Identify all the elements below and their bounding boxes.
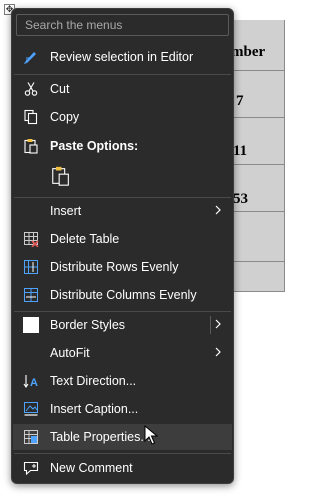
distribute-columns-icon: [24, 288, 38, 302]
border-styles-icon: [23, 317, 39, 333]
menu-item-table-properties[interactable]: Table Properties...: [13, 424, 232, 450]
menu-item-text-direction[interactable]: A Text Direction...: [13, 368, 232, 394]
editor-pen-icon: [24, 52, 36, 64]
scissors-icon: [24, 82, 38, 96]
menu-item-label: Insert: [50, 204, 82, 218]
menu-item-label: New Comment: [50, 461, 133, 475]
svg-text:A: A: [30, 377, 38, 389]
new-comment-icon: [23, 461, 39, 476]
menu-item-autofit[interactable]: AutoFit: [13, 340, 232, 366]
menu-item-distribute-rows[interactable]: Distribute Rows Evenly: [13, 254, 232, 280]
menu-item-label: Cut: [50, 82, 70, 96]
menu-item-label: Paste Options:: [50, 139, 139, 153]
menu-item-label: Copy: [50, 110, 80, 124]
text-direction-icon: A: [23, 375, 38, 389]
insert-caption-icon: [24, 402, 38, 416]
chevron-right-icon: [215, 205, 221, 215]
menu-item-insert-caption[interactable]: Insert Caption...: [13, 396, 232, 422]
menu-item-label: Review selection in Editor: [50, 50, 194, 64]
table-properties-icon: [24, 430, 38, 444]
search-menus-input[interactable]: [16, 14, 229, 36]
paste-clipboard-icon: [52, 166, 69, 186]
table-cell[interactable]: [230, 262, 285, 292]
menu-item-insert[interactable]: Insert: [13, 198, 232, 224]
menu-item-label: Delete Table: [50, 232, 120, 246]
context-menu: Review selection in Editor Cut Copy Past…: [11, 8, 234, 484]
menu-item-distribute-columns[interactable]: Distribute Columns Evenly: [13, 282, 232, 308]
menu-item-cut[interactable]: Cut: [13, 76, 232, 102]
menu-item-label: Border Styles: [50, 318, 126, 332]
menu-item-paste-options: Paste Options:: [13, 133, 232, 159]
menu-item-review-editor[interactable]: Review selection in Editor: [13, 44, 232, 70]
chevron-right-icon: [215, 347, 221, 357]
menu-item-label: AutoFit: [50, 346, 90, 360]
delete-table-icon: [24, 232, 39, 247]
menu-item-label: Insert Caption...: [50, 402, 139, 416]
chevron-right-icon: [215, 319, 221, 329]
table-cell-value: 53: [233, 191, 248, 207]
copy-icon: [24, 109, 38, 125]
menu-item-border-styles[interactable]: Border Styles: [13, 312, 232, 338]
clipboard-icon: [24, 139, 38, 154]
table-cell-value: 11: [233, 143, 248, 159]
table-cell[interactable]: [230, 212, 285, 262]
table-cell-value: 7: [236, 93, 244, 109]
menu-item-copy[interactable]: Copy: [13, 104, 232, 130]
paste-keep-source-button[interactable]: [48, 163, 74, 189]
menu-item-label: Table Properties...: [50, 430, 151, 444]
menu-item-label: Distribute Columns Evenly: [50, 288, 197, 302]
menu-item-label: Text Direction...: [50, 374, 137, 388]
mouse-pointer-icon: [144, 425, 158, 445]
distribute-rows-icon: [24, 260, 38, 274]
table-header-text: mber: [231, 44, 266, 60]
menu-item-new-comment[interactable]: New Comment: [13, 455, 232, 481]
menu-item-delete-table[interactable]: Delete Table: [13, 226, 232, 252]
menu-item-label: Distribute Rows Evenly: [50, 260, 179, 274]
